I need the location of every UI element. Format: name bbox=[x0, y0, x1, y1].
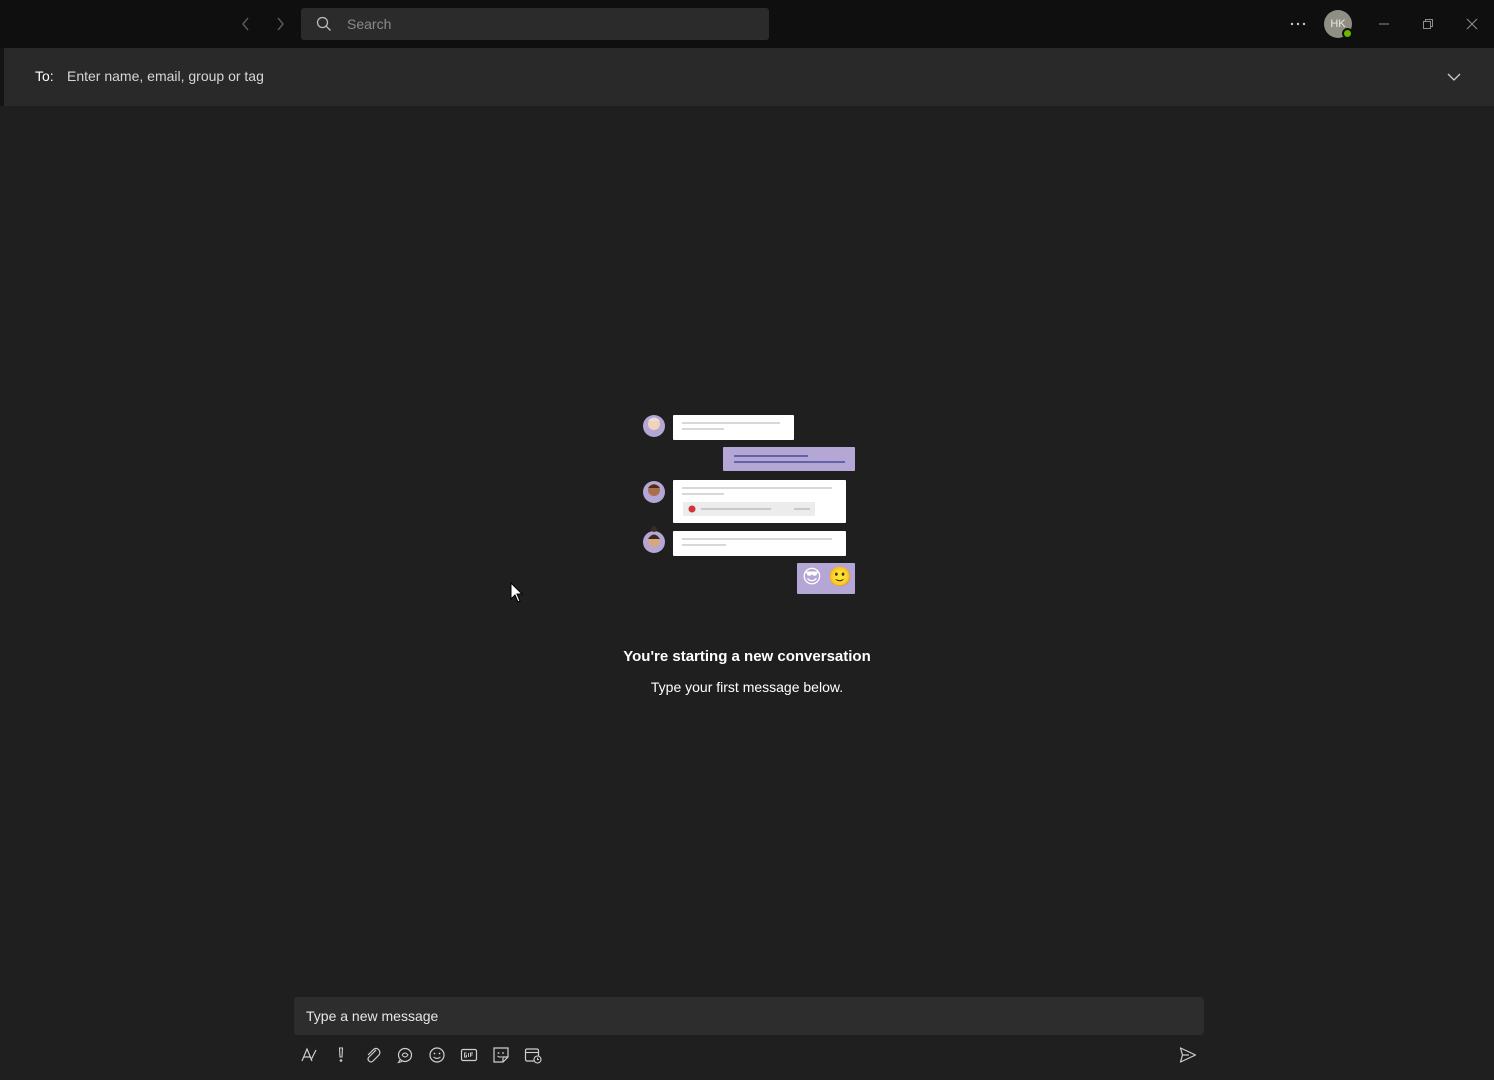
close-button[interactable] bbox=[1459, 12, 1485, 36]
message-composer[interactable] bbox=[294, 997, 1204, 1035]
message-bubble bbox=[673, 415, 794, 440]
send-button[interactable] bbox=[1177, 1044, 1199, 1066]
format-button[interactable] bbox=[298, 1044, 320, 1066]
priority-button[interactable] bbox=[330, 1044, 352, 1066]
mouse-cursor-icon bbox=[510, 582, 524, 604]
priority-icon bbox=[338, 1047, 344, 1062]
forward-button[interactable] bbox=[268, 12, 292, 36]
smile-emoji: 🙂 bbox=[828, 567, 852, 588]
chevron-left-icon bbox=[242, 17, 249, 31]
search-input[interactable] bbox=[347, 8, 757, 40]
more-options-button[interactable] bbox=[1284, 12, 1312, 36]
send-icon bbox=[1179, 1047, 1197, 1063]
person-avatar-icon bbox=[643, 526, 665, 553]
gif-button[interactable] bbox=[458, 1044, 480, 1066]
message-input[interactable] bbox=[306, 997, 1186, 1035]
schedule-meeting-button[interactable] bbox=[522, 1044, 544, 1066]
sunglasses-emoji: 😎 bbox=[802, 567, 822, 588]
title-bar: HK bbox=[0, 0, 1494, 48]
chevron-down-icon bbox=[1447, 73, 1461, 81]
chevron-right-icon bbox=[277, 17, 284, 31]
loop-icon bbox=[397, 1047, 413, 1064]
emoji-button[interactable] bbox=[426, 1044, 448, 1066]
sticker-icon bbox=[493, 1047, 509, 1063]
person-avatar-icon bbox=[643, 481, 665, 503]
recipient-input[interactable] bbox=[67, 62, 1367, 90]
message-bubble bbox=[673, 531, 846, 556]
restore-icon bbox=[1423, 19, 1433, 29]
gif-icon bbox=[460, 1048, 478, 1062]
message-bubble bbox=[723, 447, 855, 471]
minimize-button[interactable] bbox=[1371, 12, 1397, 36]
to-label: To: bbox=[35, 68, 54, 84]
close-icon bbox=[1466, 18, 1478, 30]
search-icon bbox=[315, 15, 333, 33]
loop-button[interactable] bbox=[394, 1044, 416, 1066]
emoji-icon bbox=[429, 1047, 445, 1063]
sticker-button[interactable] bbox=[490, 1044, 512, 1066]
empty-state-subtitle: Type your first message below. bbox=[650, 679, 844, 695]
expand-recipients-button[interactable] bbox=[1444, 67, 1464, 87]
format-icon bbox=[301, 1047, 317, 1062]
back-button[interactable] bbox=[234, 12, 258, 36]
presence-badge bbox=[1342, 28, 1353, 39]
schedule-meeting-icon bbox=[524, 1048, 542, 1064]
recipient-bar: To: bbox=[4, 48, 1494, 106]
empty-state-title: You're starting a new conversation bbox=[623, 648, 871, 665]
search-box[interactable] bbox=[301, 8, 769, 40]
minimize-icon bbox=[1379, 23, 1389, 25]
message-bubble bbox=[673, 480, 846, 523]
restore-button[interactable] bbox=[1415, 12, 1441, 36]
empty-chat-illustration: 😎 🙂 bbox=[640, 412, 860, 602]
attach-button[interactable] bbox=[362, 1044, 384, 1066]
person-avatar-icon bbox=[643, 415, 665, 437]
ellipsis-icon bbox=[1290, 22, 1306, 26]
attach-icon bbox=[367, 1047, 381, 1063]
